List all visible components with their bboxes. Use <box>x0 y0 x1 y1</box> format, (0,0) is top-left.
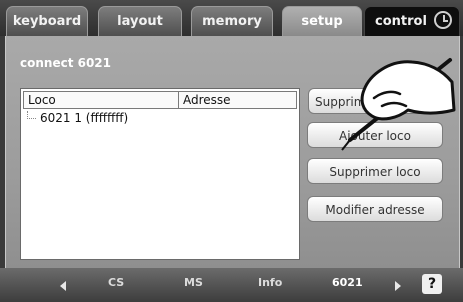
list-header: Loco Adresse <box>23 91 297 109</box>
column-header-loco[interactable]: Loco <box>23 91 179 109</box>
top-tab-bar: keyboard layout memory setup control <box>0 0 463 36</box>
tab-keyboard[interactable]: keyboard <box>6 6 88 36</box>
tab-memory[interactable]: memory <box>191 6 273 36</box>
hand-with-pen-icon <box>341 58 456 151</box>
list-item[interactable]: 6021 1 (ffffffff) <box>27 111 128 125</box>
right-arrow-icon[interactable] <box>395 281 401 291</box>
help-button[interactable]: ? <box>422 274 442 294</box>
tab-layout[interactable]: layout <box>98 6 182 36</box>
tab-setup[interactable]: setup <box>282 6 362 36</box>
column-header-adresse[interactable]: Adresse <box>179 91 297 109</box>
list-item-label: 6021 1 (ffffffff) <box>40 111 129 125</box>
tree-connector-icon <box>27 111 36 119</box>
modifier-adresse-button[interactable]: Modifier adresse <box>307 196 443 222</box>
tab-control-label: control <box>375 14 427 29</box>
device-label: 6021 <box>332 276 363 289</box>
supprimer-loco-button[interactable]: Supprimer loco <box>307 158 443 184</box>
panel-title: connect 6021 <box>20 56 112 70</box>
cs-button[interactable]: CS <box>108 276 124 289</box>
tab-control[interactable]: control <box>364 6 460 36</box>
clock-icon <box>434 11 452 29</box>
info-button[interactable]: Info <box>258 276 282 289</box>
bottom-status-bar: CS MS Info 6021 ? <box>0 268 463 302</box>
left-arrow-icon[interactable] <box>60 281 66 291</box>
ms-button[interactable]: MS <box>184 276 203 289</box>
loco-list[interactable]: Loco Adresse 6021 1 (ffffffff) <box>20 88 300 260</box>
